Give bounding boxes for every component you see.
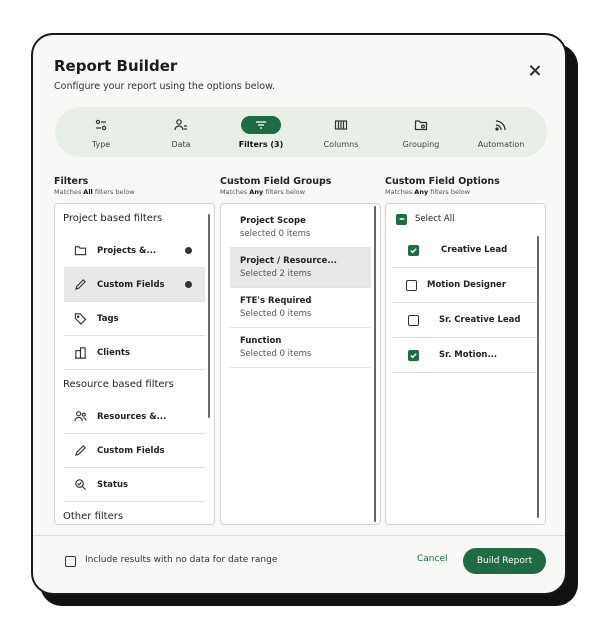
filters-subtitle: Matches All filters below (54, 188, 135, 196)
filter-label: Projects &... (97, 245, 157, 256)
filter-clients[interactable]: Clients (64, 336, 205, 370)
include-no-data-label: Include results with no data for date ra… (85, 555, 278, 565)
footer-divider (33, 535, 565, 536)
broadcast-icon (481, 116, 521, 134)
resource-filters-label: Resource based filters (63, 379, 174, 390)
option-checkbox[interactable] (406, 279, 417, 291)
option-label: Sr. Motion... (439, 350, 498, 360)
group-project-resource[interactable]: Project / Resource... Selected 2 items (230, 248, 371, 288)
filter-icon (241, 115, 281, 134)
folder-settings-icon (401, 116, 441, 134)
group-project-scope[interactable]: Project Scope selected 0 items (230, 208, 371, 248)
project-filters-label: Project based filters (63, 213, 163, 224)
option-motion-designer[interactable]: Motion Designer (392, 268, 539, 303)
option-sr-motion[interactable]: Sr. Motion... (392, 338, 539, 373)
option-label: Motion Designer (427, 280, 507, 290)
groups-title: Custom Field Groups (220, 176, 332, 187)
groups-subtitle: Matches Any filters below (220, 188, 306, 196)
select-all-option[interactable]: Select All (392, 205, 539, 233)
users-data-icon (161, 116, 201, 134)
group-name: Function (240, 336, 282, 346)
option-label: Select All (415, 214, 455, 224)
active-indicator (185, 281, 192, 288)
build-report-button[interactable]: Build Report (463, 548, 546, 574)
group-count: Selected 0 items (240, 349, 312, 359)
active-indicator (185, 247, 192, 254)
users-icon (73, 410, 87, 424)
select-all-checkbox[interactable] (396, 213, 407, 225)
filters-scrollbar[interactable] (208, 214, 210, 418)
step-columns[interactable]: Columns (301, 116, 381, 149)
filter-tags[interactable]: Tags (64, 302, 205, 336)
status-search-icon (73, 478, 87, 492)
step-navigation: Type Data Filters (3) Columns Grouping A… (55, 107, 547, 157)
option-sr-creative-lead[interactable]: Sr. Creative Lead (392, 303, 539, 338)
group-count: Selected 2 items (240, 269, 312, 279)
filters-title: Filters (54, 176, 89, 187)
group-function[interactable]: Function Selected 0 items (230, 328, 371, 368)
field-options-panel[interactable]: Select All Creative Lead Motion Designer… (385, 203, 546, 525)
filter-label: Resources &... (97, 411, 167, 422)
options-scrollbar[interactable] (537, 236, 539, 518)
report-builder-dialog: Report Builder Configure your report usi… (31, 33, 567, 595)
filter-resource-custom-fields[interactable]: Custom Fields (64, 434, 205, 468)
options-subtitle: Matches Any filters below (385, 188, 471, 196)
step-automation[interactable]: Automation (461, 116, 541, 149)
filter-label: Tags (97, 313, 119, 324)
step-type[interactable]: Type (61, 116, 141, 149)
filter-projects[interactable]: Projects &... (64, 234, 205, 268)
field-groups-panel[interactable]: Project Scope selected 0 items Project /… (220, 203, 381, 525)
dialog-subtitle: Configure your report using the options … (54, 81, 276, 92)
step-label: Data (171, 139, 191, 149)
step-label: Grouping (402, 139, 440, 149)
step-grouping[interactable]: Grouping (381, 116, 461, 149)
filters-panel[interactable]: Project based filters Projects &... Cust… (54, 203, 215, 525)
group-name: Project Scope (240, 216, 306, 226)
group-count: Selected 0 items (240, 309, 312, 319)
options-title: Custom Field Options (385, 176, 500, 187)
group-count: selected 0 items (240, 229, 311, 239)
filter-status[interactable]: Status (64, 468, 205, 502)
options-header: Custom Field Options Matches Any filters… (385, 176, 500, 196)
group-name: FTE's Required (240, 296, 312, 306)
tag-icon (73, 312, 87, 326)
groups-scrollbar[interactable] (374, 206, 376, 522)
other-filters-label: Other filters (63, 511, 124, 522)
option-label: Sr. Creative Lead (439, 315, 521, 325)
option-checkbox[interactable] (408, 349, 419, 361)
filter-label: Custom Fields (97, 445, 165, 456)
step-data[interactable]: Data (141, 116, 221, 149)
pencil-icon (73, 444, 87, 458)
step-label: Type (91, 139, 111, 149)
filter-label: Custom Fields (97, 279, 165, 290)
step-label: Columns (323, 139, 359, 149)
groups-header: Custom Field Groups Matches Any filters … (220, 176, 331, 196)
filter-custom-fields[interactable]: Custom Fields (64, 268, 205, 302)
option-checkbox[interactable] (408, 244, 419, 256)
filters-header: Filters Matches All filters below (54, 176, 135, 196)
step-filters[interactable]: Filters (3) (221, 115, 301, 149)
columns-icon (321, 116, 361, 134)
filter-label: Status (97, 479, 129, 490)
pencil-icon (73, 278, 87, 292)
option-label: Creative Lead (441, 245, 508, 255)
cancel-button[interactable]: Cancel (417, 554, 448, 564)
step-label: Automation (477, 139, 525, 149)
building-icon (73, 346, 87, 360)
group-name: Project / Resource... (240, 256, 338, 266)
step-label: Filters (3) (238, 139, 284, 149)
group-fte-required[interactable]: FTE's Required Selected 0 items (230, 288, 371, 328)
close-icon[interactable] (527, 63, 543, 79)
dialog-title: Report Builder (54, 57, 178, 75)
option-creative-lead[interactable]: Creative Lead (392, 233, 539, 268)
option-checkbox[interactable] (408, 314, 419, 326)
filter-resources[interactable]: Resources &... (64, 400, 205, 434)
folder-icon (73, 244, 87, 258)
filter-label: Clients (97, 347, 131, 358)
include-no-data-checkbox[interactable] (65, 556, 76, 567)
sliders-icon (81, 116, 121, 134)
